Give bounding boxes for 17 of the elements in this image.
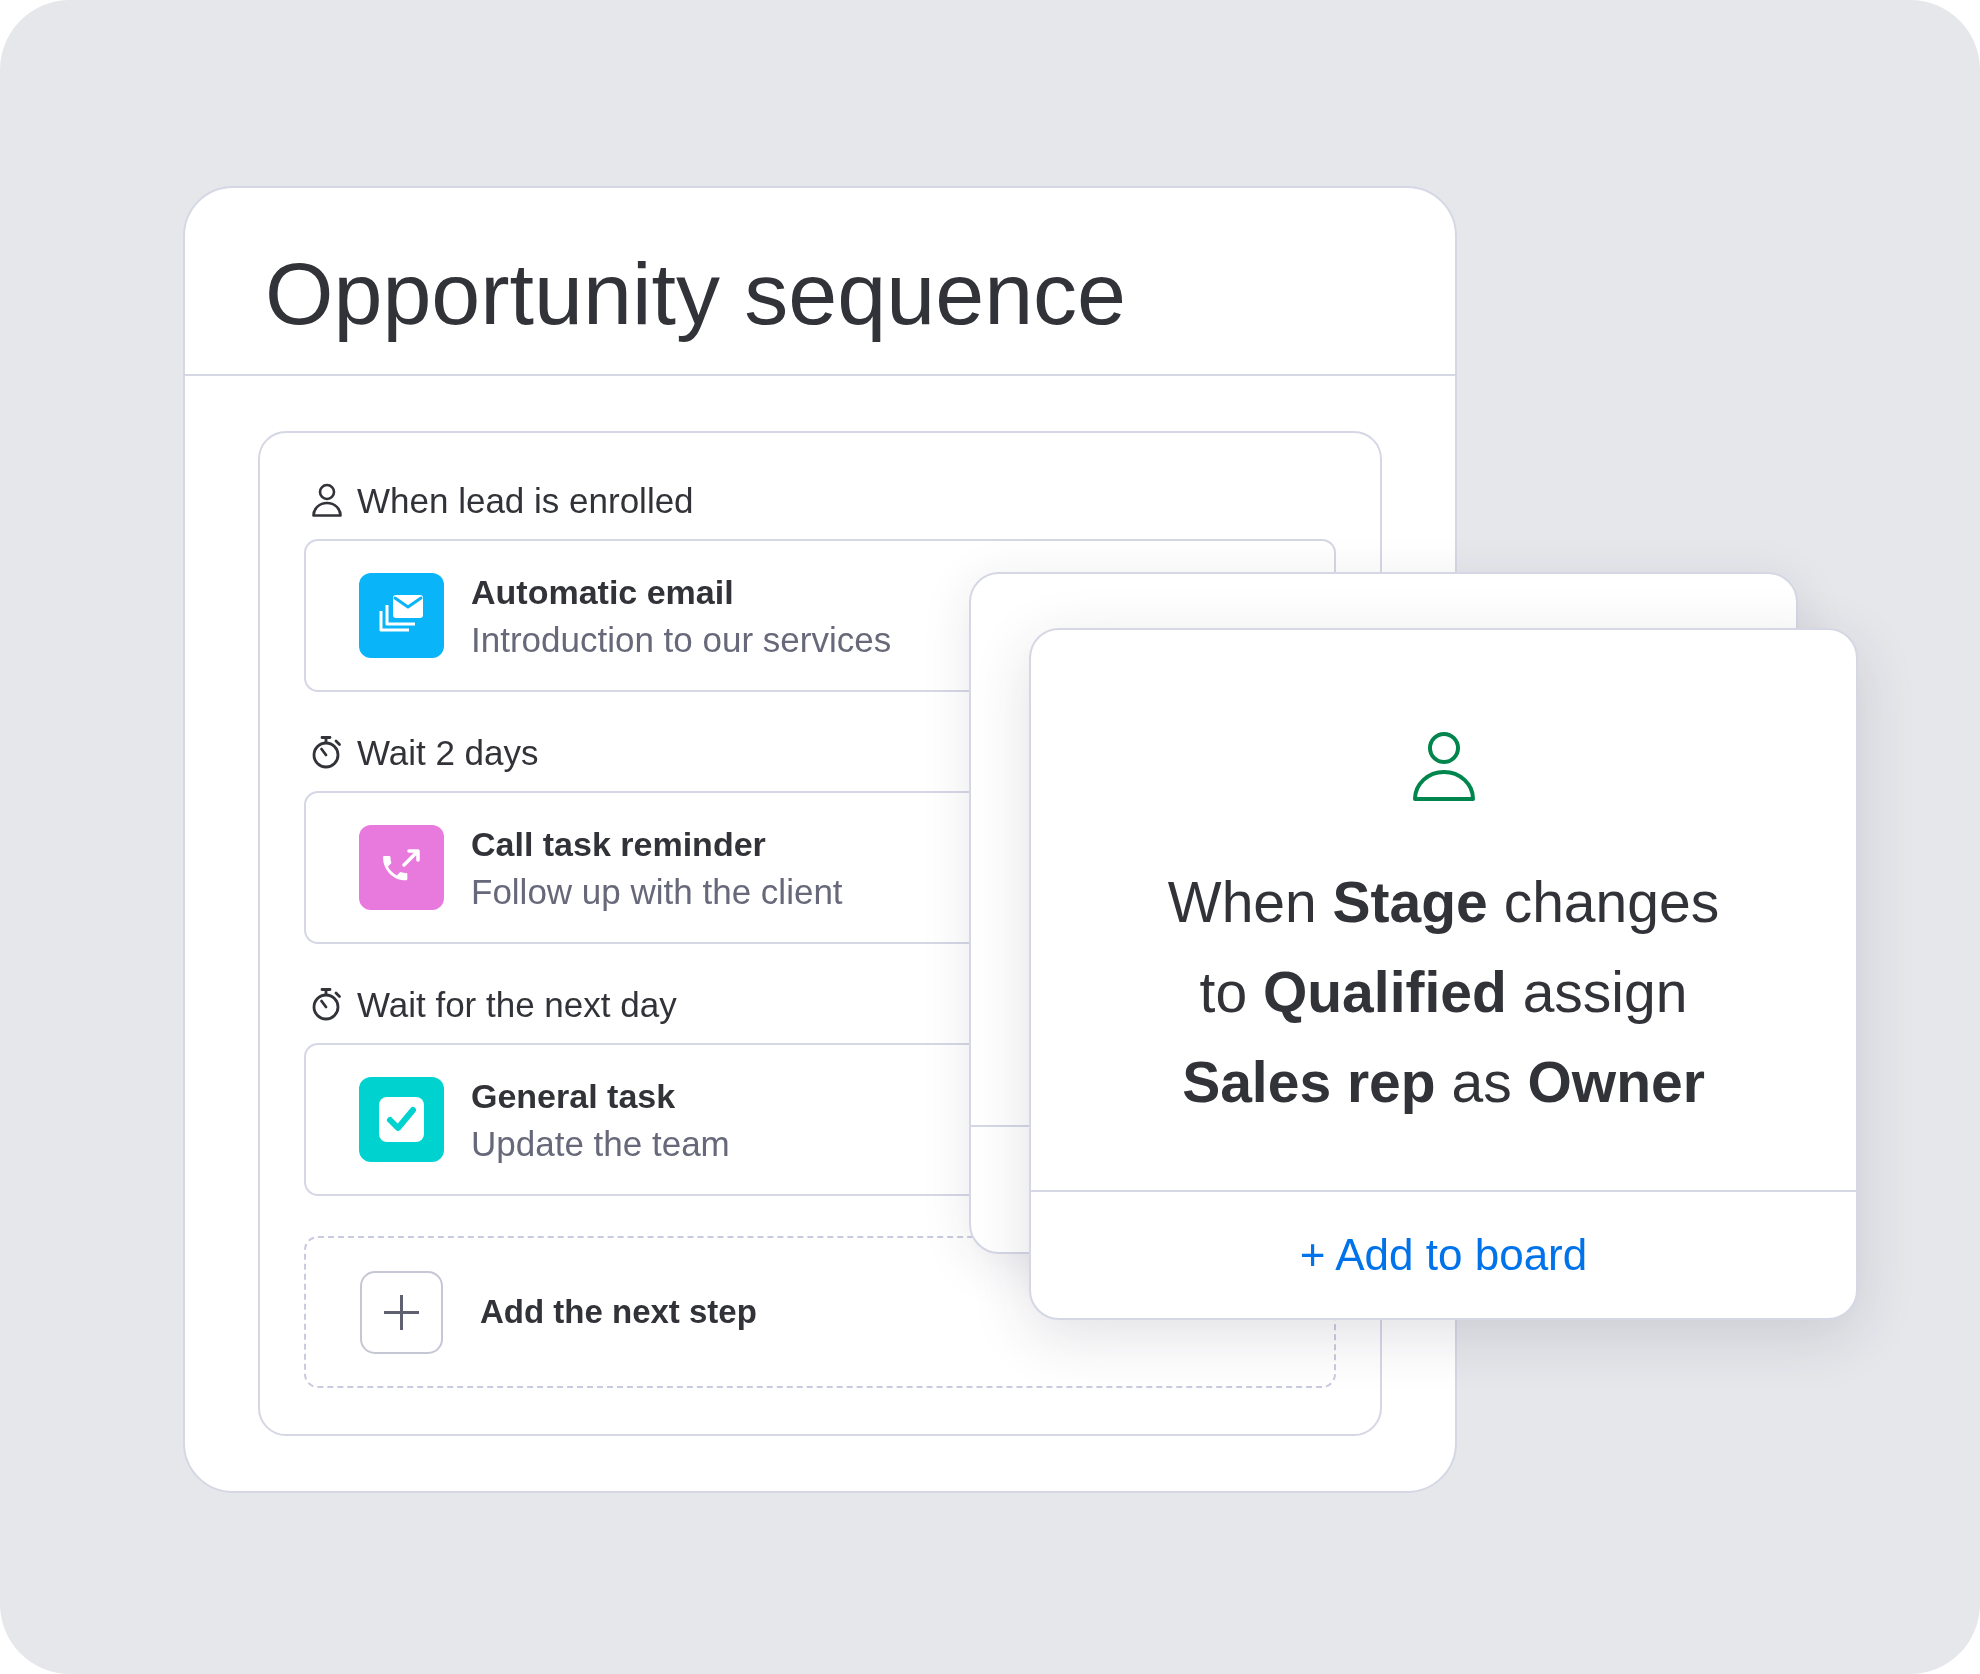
stopwatch-icon <box>311 735 343 769</box>
step-description: Follow up with the client <box>471 870 843 913</box>
step-title: General task <box>471 1075 677 1117</box>
step-description: Update the team <box>471 1122 730 1165</box>
checkbox-icon <box>359 1077 444 1162</box>
envelope-icon <box>359 573 444 658</box>
trigger-label: Wait 2 days <box>357 734 539 770</box>
phone-icon <box>359 825 444 910</box>
person-icon <box>311 483 343 517</box>
trigger-label: Wait for the next day <box>357 986 677 1022</box>
step-description: Introduction to our services <box>471 618 892 661</box>
step-title: Automatic email <box>471 571 735 613</box>
trigger-label: When lead is enrolled <box>357 482 694 518</box>
stopwatch-icon <box>311 987 343 1021</box>
plus-icon <box>360 1270 443 1354</box>
step-title: Call task reminder <box>471 823 767 865</box>
person-icon <box>1410 731 1477 803</box>
